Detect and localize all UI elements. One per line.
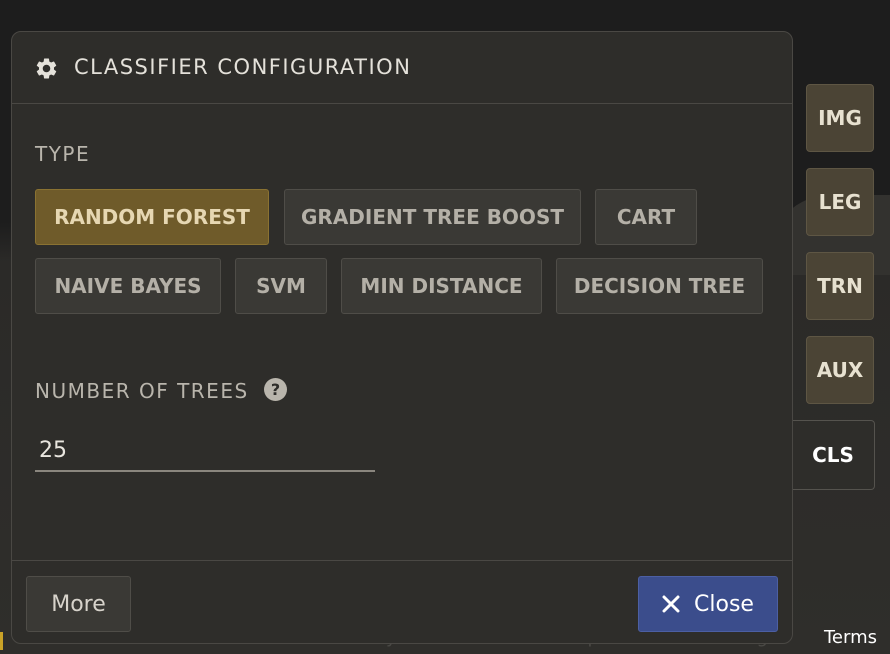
gear-icon — [36, 58, 57, 79]
side-tab-label: TRN — [817, 274, 863, 298]
type-button-label: NAIVE BAYES — [54, 274, 202, 298]
type-button-label: RANDOM FOREST — [54, 205, 250, 229]
side-tab-leg[interactable]: LEG — [806, 168, 874, 236]
panel-footer: More Close — [12, 560, 792, 643]
help-icon[interactable]: ? — [264, 378, 287, 401]
type-button-label: SVM — [256, 274, 306, 298]
close-button[interactable]: Close — [638, 576, 778, 632]
map-marker-edge — [0, 632, 3, 650]
side-tab-trn[interactable]: TRN — [806, 252, 874, 320]
classifier-config-panel: CLASSIFIER CONFIGURATION TYPE RANDOM FOR… — [11, 31, 793, 644]
side-tab-aux[interactable]: AUX — [806, 336, 874, 404]
type-button-label: CART — [616, 205, 676, 229]
type-svm-button[interactable]: SVM — [235, 258, 327, 314]
type-button-label: MIN DISTANCE — [360, 274, 523, 298]
side-tab-img[interactable]: IMG — [806, 84, 874, 152]
type-button-label: DECISION TREE — [573, 274, 746, 298]
type-min-distance-button[interactable]: MIN DISTANCE — [341, 258, 542, 314]
type-gradient-tree-boost-button[interactable]: GRADIENT TREE BOOST — [284, 189, 581, 245]
side-tab-label: IMG — [818, 106, 862, 130]
terms-link[interactable]: Terms — [824, 626, 877, 650]
type-naive-bayes-button[interactable]: NAIVE BAYES — [35, 258, 221, 314]
side-tab-label: LEG — [818, 190, 862, 214]
more-button-label: More — [51, 591, 106, 617]
more-button[interactable]: More — [26, 576, 131, 632]
number-of-trees-label: NUMBER OF TREES — [35, 379, 249, 403]
side-tab-label: AUX — [816, 358, 864, 382]
panel-title: CLASSIFIER CONFIGURATION — [74, 55, 412, 79]
close-button-label: Close — [694, 591, 754, 617]
type-decision-tree-button[interactable]: DECISION TREE — [556, 258, 763, 314]
close-icon — [662, 595, 680, 613]
type-random-forest-button[interactable]: RANDOM FOREST — [35, 189, 269, 245]
type-button-label: GRADIENT TREE BOOST — [301, 205, 564, 229]
type-label: TYPE — [35, 142, 91, 166]
number-of-trees-input[interactable] — [35, 430, 375, 472]
side-tab-cls[interactable]: CLS — [792, 420, 875, 490]
side-tab-label: CLS — [812, 443, 854, 467]
panel-header: CLASSIFIER CONFIGURATION — [12, 32, 792, 104]
type-cart-button[interactable]: CART — [595, 189, 697, 245]
